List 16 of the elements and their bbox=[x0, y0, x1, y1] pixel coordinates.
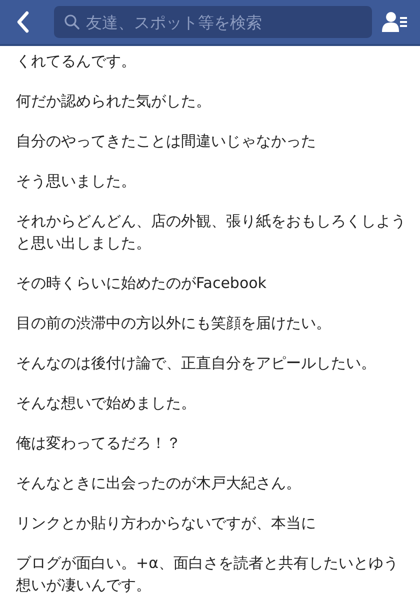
search-field[interactable]: 友達、スポット等を検索 bbox=[54, 6, 372, 38]
paragraph: 何だか認められた気がした。 bbox=[16, 91, 212, 112]
paragraph: そんなのは後付け論で、正直自分をアピールしたい。 bbox=[16, 353, 377, 374]
paragraph: 俺は変わってるだろ！？ bbox=[16, 433, 182, 454]
paragraph: ブログが面白い。+α、面白さを読者と共有したいとゆう想いが凄いんです。 bbox=[16, 553, 400, 596]
paragraph: リンクとか貼り方わからないですが、本当に bbox=[16, 513, 317, 534]
paragraph: その時くらいに始めたのがFacebook bbox=[16, 273, 268, 294]
paragraph: そう思いました。 bbox=[16, 171, 137, 192]
person-list-icon[interactable] bbox=[382, 11, 408, 33]
paragraph: 目の前の渋滞中の方以外にも笑顔を届けたい。 bbox=[16, 313, 332, 334]
paragraph: そんな想いで始めました。 bbox=[16, 393, 197, 414]
paragraph: くれてるんです。 bbox=[16, 51, 137, 72]
paragraph: そんなときに出会ったのが木戸大紀さん。 bbox=[16, 473, 302, 494]
back-icon[interactable] bbox=[16, 11, 30, 33]
paragraph: 自分のやってきたことは間違いじゃなかった bbox=[16, 131, 317, 152]
paragraph: それからどんどん、店の外観、張り紙をおもしろくしようと思い出しました。 bbox=[16, 211, 407, 254]
